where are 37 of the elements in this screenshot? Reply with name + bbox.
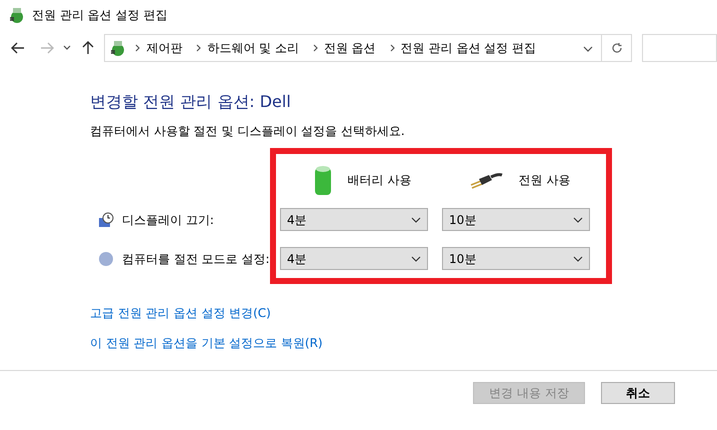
caret-icon [573, 256, 583, 262]
caret-icon [411, 216, 421, 222]
breadcrumb-item[interactable]: 전원 관리 옵션 설정 편집 [400, 39, 536, 57]
chevron-icon [196, 44, 202, 52]
dropdown[interactable]: 4분 [280, 247, 428, 270]
window-title: 전원 관리 옵션 설정 편집 [32, 7, 168, 24]
link[interactable]: 이 전원 관리 옵션을 기본 설정으로 복원(R) [90, 334, 717, 352]
breadcrumb-item[interactable]: 하드웨어 및 소리 [207, 39, 299, 57]
back-button[interactable] [11, 42, 26, 54]
column-header: 배터리 사용 [348, 172, 412, 189]
chevron-icon [390, 44, 395, 52]
page-heading: 변경할 전원 관리 옵션: Dell [90, 91, 292, 113]
chevron-icon [135, 44, 140, 52]
setting-label: 컴퓨터를 절전 모드로 설정: [122, 250, 270, 268]
setting-label: 디스플레이 끄기: [122, 212, 214, 228]
dialog-button[interactable]: 취소 [601, 382, 675, 404]
dropdown[interactable]: 10분 [442, 247, 590, 270]
battery-icon [314, 164, 332, 196]
chevron-icon [312, 44, 318, 52]
refresh-icon [610, 42, 623, 54]
power-options-icon [8, 6, 26, 24]
refresh-button[interactable] [602, 34, 632, 62]
instruction-text: 컴퓨터에서 사용할 절전 및 디스플레이 설정을 선택하세요. [90, 123, 406, 140]
dropdown[interactable]: 10분 [442, 208, 590, 231]
breadcrumb-item[interactable]: 제어판 [146, 39, 182, 57]
breadcrumb-item[interactable]: 전원 옵션 [324, 39, 376, 57]
caret-icon [573, 216, 583, 222]
search-field[interactable] [642, 34, 717, 62]
dropdown[interactable]: 4분 [280, 208, 428, 231]
recent-dropdown[interactable] [63, 45, 72, 51]
column-header: 전원 사용 [518, 172, 570, 189]
power-plug-icon [468, 171, 503, 189]
link[interactable]: 고급 전원 관리 옵션 설정 변경(C) [90, 304, 717, 322]
address-bar[interactable]: 제어판 하드웨어 및 소리 전원 옵션 전원 관리 옵션 설정 편집 [104, 34, 602, 62]
caret-icon [411, 256, 421, 262]
display-clock-icon [98, 212, 114, 228]
up-button[interactable] [82, 41, 94, 55]
